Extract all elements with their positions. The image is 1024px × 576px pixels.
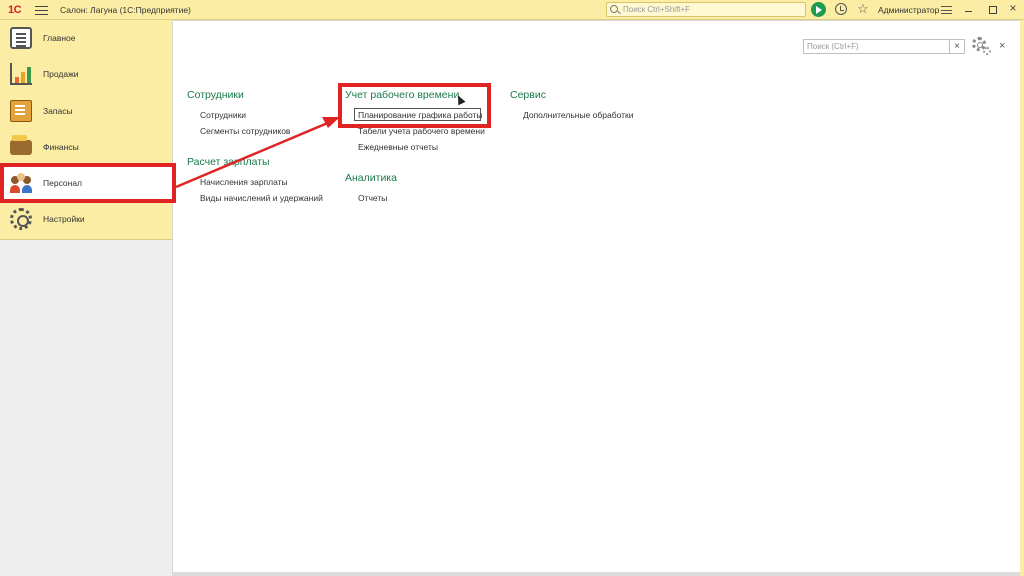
- main-menu-icon[interactable]: [941, 4, 952, 15]
- favorites-star-icon[interactable]: ☆: [857, 1, 869, 17]
- sidebar: Главное Продажи Запасы Финансы Персонал …: [0, 20, 172, 576]
- highlight-box-time-tracking: [338, 83, 491, 128]
- sidebar-item-label: Настройки: [43, 214, 85, 225]
- hamburger-menu-icon[interactable]: [35, 3, 48, 16]
- section-panel: Поиск (Ctrl+F) × × Сотрудники Сотрудники…: [172, 20, 1020, 572]
- close-panel-button[interactable]: ×: [999, 40, 1005, 52]
- sidebar-item-sales[interactable]: Продажи: [0, 56, 172, 92]
- link-employees[interactable]: Сотрудники: [200, 110, 246, 120]
- group-title-payroll: Расчет зарплаты: [187, 156, 270, 168]
- small-gear-icon: [983, 47, 991, 55]
- link-reports[interactable]: Отчеты: [358, 193, 387, 203]
- group-title-service: Сервис: [510, 89, 546, 101]
- sidebar-sections: Главное Продажи Запасы Финансы Персонал …: [0, 20, 172, 239]
- minimize-button[interactable]: [962, 2, 976, 17]
- link-employee-segments[interactable]: Сегменты сотрудников: [200, 126, 290, 136]
- sidebar-item-stock[interactable]: Запасы: [0, 93, 172, 129]
- link-accrual-types[interactable]: Виды начислений и удержаний: [200, 193, 323, 203]
- user-name[interactable]: Администратор: [878, 5, 939, 15]
- status-strip: [172, 572, 1020, 576]
- gear-icon: [10, 208, 32, 231]
- clipboard-icon: [10, 27, 32, 49]
- sidebar-divider: [0, 239, 172, 240]
- link-daily-reports[interactable]: Ежедневные отчеты: [358, 142, 438, 152]
- maximize-button[interactable]: [985, 2, 999, 17]
- search-clear-button[interactable]: ×: [950, 39, 965, 54]
- sidebar-item-label: Главное: [43, 33, 76, 43]
- search-icon: [610, 5, 618, 13]
- sidebar-item-main[interactable]: Главное: [0, 20, 172, 56]
- app-title: Салон: Лагуна (1С:Предприятие): [60, 5, 191, 15]
- link-additional-processing[interactable]: Дополнительные обработки: [523, 110, 633, 120]
- link-payroll-accruals[interactable]: Начисления зарплаты: [200, 177, 288, 187]
- wallet-icon: [10, 134, 32, 155]
- history-icon[interactable]: [835, 3, 847, 15]
- sidebar-item-label: Продажи: [43, 69, 79, 80]
- sidebar-item-settings[interactable]: Настройки: [0, 201, 172, 237]
- group-title-employees: Сотрудники: [187, 89, 244, 101]
- close-window-button[interactable]: ×: [1006, 1, 1020, 17]
- 1c-logo: 1С: [8, 4, 22, 16]
- sidebar-item-label: Запасы: [43, 105, 73, 116]
- title-bar: 1С Салон: Лагуна (1С:Предприятие) Поиск …: [0, 0, 1024, 20]
- sidebar-item-label: Финансы: [43, 141, 79, 152]
- highlight-box-personnel: [0, 163, 176, 203]
- group-title-analytics: Аналитика: [345, 172, 397, 184]
- panel-search-input[interactable]: Поиск (Ctrl+F): [803, 39, 950, 54]
- global-search-input[interactable]: Поиск Ctrl+Shift+F: [606, 2, 806, 17]
- play-icon[interactable]: [811, 2, 826, 17]
- sales-chart-icon: [10, 63, 32, 86]
- stock-box-icon: [10, 99, 32, 122]
- sidebar-item-finance[interactable]: Финансы: [0, 129, 172, 165]
